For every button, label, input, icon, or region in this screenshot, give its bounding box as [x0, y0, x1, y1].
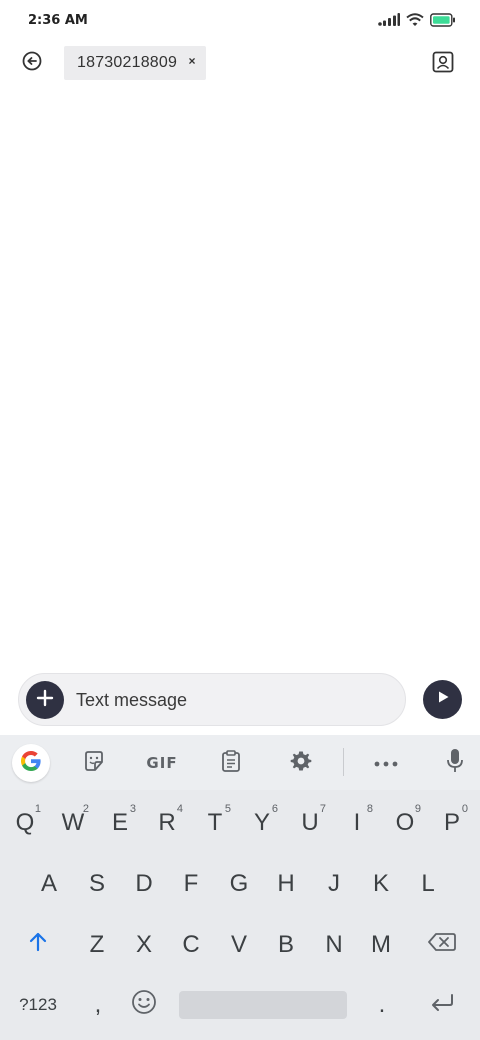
gear-icon: [290, 750, 312, 777]
back-button[interactable]: [20, 51, 44, 75]
voice-input-button[interactable]: [436, 744, 474, 782]
more-dots-icon: [374, 754, 398, 772]
contact-card-icon: [432, 51, 454, 78]
status-bar: 2:36 AM: [0, 0, 480, 44]
key-hint: 8: [366, 803, 373, 815]
gif-button[interactable]: GIF: [142, 744, 182, 782]
message-input[interactable]: [76, 682, 396, 718]
key-n[interactable]: N: [312, 922, 356, 968]
key-e[interactable]: E3: [98, 800, 142, 846]
key-hint: 6: [271, 803, 278, 815]
key-g[interactable]: G: [217, 861, 261, 907]
key-hint: 1: [34, 803, 41, 815]
key-i[interactable]: I8: [335, 800, 379, 846]
emoji-key[interactable]: [122, 983, 166, 1027]
status-icons: [378, 13, 456, 32]
key-r[interactable]: R4: [145, 800, 189, 846]
key-hint: 5: [224, 803, 231, 815]
key-s[interactable]: S: [75, 861, 119, 907]
key-j[interactable]: J: [312, 861, 356, 907]
key-hint: 2: [82, 803, 89, 815]
key-h[interactable]: H: [264, 861, 308, 907]
key-w[interactable]: W2: [51, 800, 95, 846]
settings-button[interactable]: [282, 744, 320, 782]
key-d[interactable]: D: [122, 861, 166, 907]
microphone-icon: [446, 748, 464, 779]
key-b[interactable]: B: [264, 922, 308, 968]
key-hint: 9: [414, 803, 421, 815]
shift-arrow-icon: [28, 931, 48, 959]
key-f[interactable]: F: [169, 861, 213, 907]
shift-key[interactable]: [14, 922, 62, 968]
key-a[interactable]: A: [27, 861, 71, 907]
backspace-icon: [428, 931, 456, 959]
send-icon: [435, 689, 451, 710]
recipient-chip[interactable]: 18730218809 ×: [64, 46, 206, 80]
key-q[interactable]: Q1: [3, 800, 47, 846]
backspace-key[interactable]: [418, 922, 466, 968]
recipient-number: 18730218809: [77, 54, 178, 71]
period-key[interactable]: .: [360, 983, 404, 1027]
clipboard-icon: [221, 749, 241, 777]
comma-key[interactable]: ,: [76, 983, 120, 1027]
key-k[interactable]: K: [359, 861, 403, 907]
key-hint: 0: [461, 803, 468, 815]
toolbar-divider: [343, 748, 344, 776]
google-icon: [19, 749, 43, 778]
clipboard-button[interactable]: [212, 744, 250, 782]
enter-key[interactable]: [418, 983, 466, 1027]
compose-header: 18730218809 ×: [0, 44, 480, 84]
key-v[interactable]: V: [217, 922, 261, 968]
key-c[interactable]: C: [169, 922, 213, 968]
key-m[interactable]: M: [359, 922, 403, 968]
key-l[interactable]: L: [406, 861, 450, 907]
key-hint: 3: [129, 803, 136, 815]
symbols-key[interactable]: ?123: [10, 983, 66, 1027]
add-contact-button[interactable]: [430, 51, 456, 77]
wifi-icon: [406, 13, 424, 32]
key-p[interactable]: P0: [430, 800, 474, 846]
battery-icon: [430, 13, 456, 32]
google-search-button[interactable]: [12, 744, 50, 782]
keyboard: GIF Q 1 W 2 E 3 R 4 T 5 Y 6 U 7 I 8 O 9 …: [0, 735, 480, 1040]
more-button[interactable]: [367, 744, 405, 782]
key-o[interactable]: O9: [383, 800, 427, 846]
enter-arrow-icon: [429, 991, 455, 1019]
key-u[interactable]: U7: [288, 800, 332, 846]
plus-icon: [36, 689, 54, 712]
signal-icon: [378, 13, 400, 32]
attach-button[interactable]: [26, 681, 64, 719]
messages-compose-screen: 2:36 AM 18730218809 × Text message GIF Q…: [0, 0, 480, 1040]
gif-label: GIF: [146, 754, 178, 772]
key-hint: 4: [176, 803, 183, 815]
send-button[interactable]: [423, 680, 462, 719]
keyboard-toolbar: GIF: [0, 735, 480, 790]
spacebar[interactable]: [179, 991, 347, 1019]
key-x[interactable]: X: [122, 922, 166, 968]
key-hint: 7: [319, 803, 326, 815]
message-compose-bar: [18, 673, 406, 726]
key-z[interactable]: Z: [75, 922, 119, 968]
key-t[interactable]: T5: [193, 800, 237, 846]
remove-recipient-icon[interactable]: ×: [185, 54, 199, 68]
key-y[interactable]: Y6: [240, 800, 284, 846]
emoji-icon: [131, 989, 157, 1022]
sticker-icon: [83, 750, 105, 777]
back-arrow-icon: [21, 50, 43, 77]
sticker-button[interactable]: [75, 744, 113, 782]
status-time: 2:36 AM: [28, 13, 88, 28]
